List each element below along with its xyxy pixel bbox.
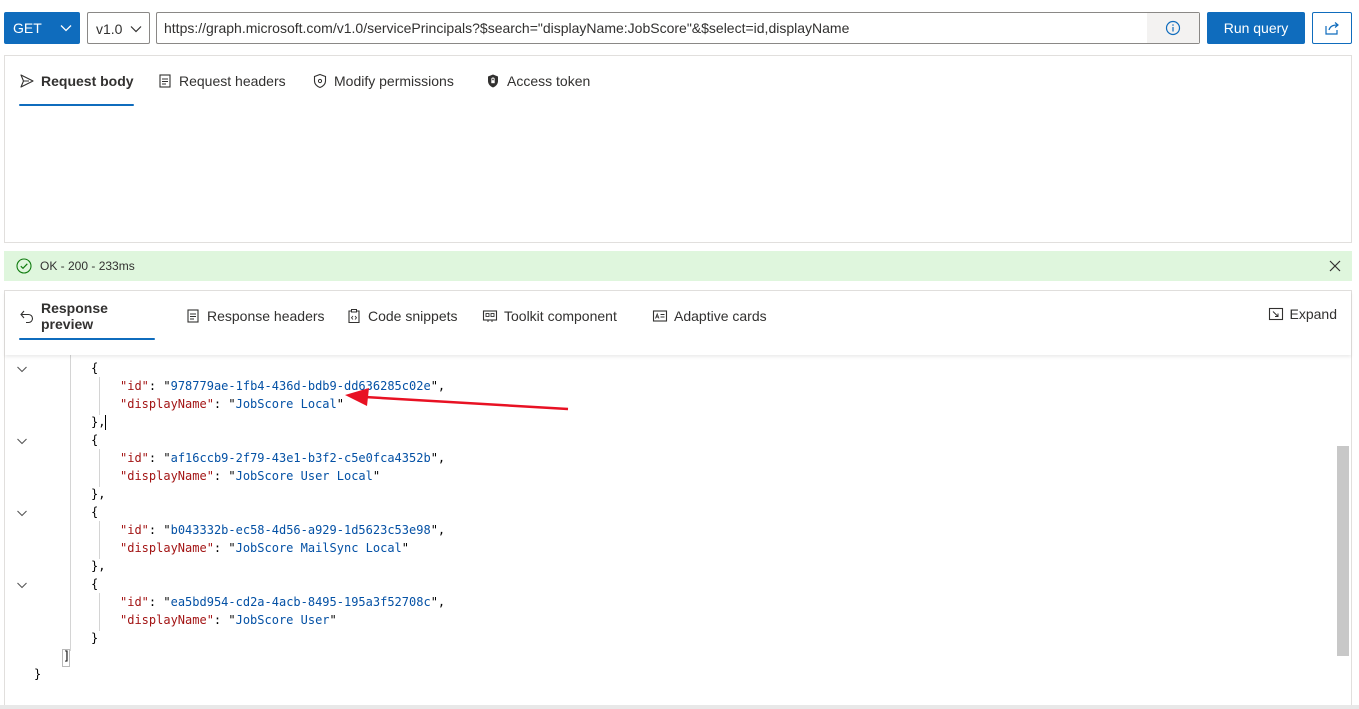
expand-label: Expand bbox=[1289, 306, 1337, 322]
tab-request-headers[interactable]: Request headers bbox=[157, 56, 286, 106]
version-label: v1.0 bbox=[96, 21, 123, 37]
text-cursor bbox=[105, 415, 107, 430]
tab-adaptive-cards[interactable]: Adaptive cards bbox=[652, 292, 767, 340]
tab-label: Adaptive cards bbox=[674, 308, 767, 324]
share-button[interactable] bbox=[1312, 12, 1352, 44]
chevron-down-icon bbox=[130, 26, 142, 33]
indent-guide bbox=[99, 377, 100, 415]
card-icon bbox=[652, 310, 668, 322]
expand-icon bbox=[1268, 307, 1283, 321]
fold-chevron-icon[interactable] bbox=[16, 363, 28, 375]
response-panel: Response preview Response headers Code s… bbox=[4, 290, 1352, 709]
response-tabs: Response preview Response headers Code s… bbox=[5, 291, 1351, 355]
code-line: { bbox=[91, 505, 99, 519]
url-info-button[interactable] bbox=[1147, 13, 1199, 43]
tab-request-body[interactable]: Request body bbox=[19, 56, 134, 106]
info-icon bbox=[1165, 20, 1181, 36]
tab-modify-permissions[interactable]: Modify permissions bbox=[312, 56, 454, 106]
undo-arrow-icon bbox=[20, 310, 34, 324]
tab-label: Request body bbox=[41, 73, 134, 89]
code-line: "displayName": "JobScore User" bbox=[120, 613, 337, 627]
tab-label: Toolkit component bbox=[504, 308, 617, 324]
indent-guide bbox=[99, 593, 100, 631]
display-name-value: JobScore User bbox=[235, 613, 330, 627]
tab-label: Access token bbox=[507, 73, 591, 89]
tab-code-snippets[interactable]: Code snippets bbox=[346, 292, 458, 340]
indent-guide bbox=[99, 449, 100, 487]
document-icon bbox=[159, 74, 171, 88]
method-label: GET bbox=[13, 20, 42, 36]
code-line: } bbox=[34, 667, 42, 681]
tab-label: Request headers bbox=[179, 73, 286, 89]
toolkit-icon bbox=[482, 310, 498, 322]
request-panel: Request body Request headers Modify perm… bbox=[4, 55, 1352, 243]
tab-response-headers[interactable]: Response headers bbox=[185, 292, 325, 340]
code-line: ] bbox=[63, 649, 71, 663]
tab-toolkit-component[interactable]: Toolkit component bbox=[482, 292, 617, 340]
tab-response-preview[interactable]: Response preview bbox=[19, 292, 155, 340]
code-line: }, bbox=[91, 559, 106, 573]
code-line: "displayName": "JobScore Local" bbox=[120, 397, 344, 411]
bottom-divider bbox=[0, 705, 1359, 709]
request-tabs: Request body Request headers Modify perm… bbox=[5, 56, 1351, 108]
indent-guide bbox=[70, 355, 71, 651]
lock-icon bbox=[488, 74, 498, 88]
display-name-value: JobScore User Local bbox=[235, 469, 373, 483]
method-dropdown[interactable]: GET bbox=[4, 12, 80, 44]
fold-chevron-icon[interactable] bbox=[16, 579, 28, 591]
code-line: }, bbox=[91, 415, 107, 430]
fold-chevron-icon[interactable] bbox=[16, 435, 28, 447]
query-bar: GET v1.0 Run query bbox=[4, 12, 1355, 45]
id-value: b043332b-ec58-4d56-a929-1d5623c53e98 bbox=[170, 523, 431, 537]
tab-access-token[interactable]: Access token bbox=[485, 56, 590, 106]
code-line: "id": "af16ccb9-2f79-43e1-b3f2-c5e0fca43… bbox=[120, 451, 446, 465]
url-input[interactable] bbox=[164, 13, 1144, 43]
fold-chevron-icon[interactable] bbox=[16, 507, 28, 519]
tab-label: Modify permissions bbox=[334, 73, 454, 89]
code-clipboard-icon bbox=[348, 309, 360, 324]
tab-label: Response preview bbox=[41, 300, 108, 332]
vertical-scrollbar[interactable] bbox=[1337, 446, 1349, 656]
code-line: { bbox=[91, 433, 99, 447]
code-line: }, bbox=[91, 487, 106, 501]
tab-label: Response headers bbox=[207, 308, 325, 324]
indent-guide bbox=[99, 521, 100, 559]
display-name-value: JobScore Local bbox=[235, 397, 337, 411]
url-field[interactable] bbox=[156, 12, 1200, 44]
checkmark-circle-icon bbox=[16, 258, 32, 274]
code-line: "displayName": "JobScore User Local" bbox=[120, 469, 381, 483]
status-bar: OK - 200 - 233ms bbox=[4, 251, 1352, 281]
status-text: OK - 200 - 233ms bbox=[40, 259, 135, 273]
version-dropdown[interactable]: v1.0 bbox=[87, 12, 150, 44]
close-icon[interactable] bbox=[1328, 259, 1342, 273]
code-line: "id": "ea5bd954-cd2a-4acb-8495-195a3f527… bbox=[120, 595, 446, 609]
id-value: af16ccb9-2f79-43e1-b3f2-c5e0fca4352b bbox=[170, 451, 431, 465]
shield-icon bbox=[313, 73, 327, 89]
code-line: "id": "b043332b-ec58-4d56-a929-1d5623c53… bbox=[120, 523, 446, 537]
expand-button[interactable]: Expand bbox=[1268, 306, 1337, 322]
response-code-viewer[interactable]: { "id": "978779ae-1fb4-436d-bdb9-dd63628… bbox=[5, 355, 1337, 709]
code-line: { bbox=[91, 361, 99, 375]
run-query-button[interactable]: Run query bbox=[1207, 12, 1305, 44]
code-line: "displayName": "JobScore MailSync Local" bbox=[120, 541, 410, 555]
annotation-arrow-icon bbox=[345, 388, 569, 411]
send-icon bbox=[20, 74, 34, 88]
chevron-down-icon bbox=[60, 25, 72, 32]
share-icon bbox=[1325, 22, 1339, 35]
code-line: } bbox=[91, 631, 99, 645]
document-icon bbox=[187, 309, 199, 323]
code-line: { bbox=[91, 577, 99, 591]
display-name-value: JobScore MailSync Local bbox=[235, 541, 402, 555]
tab-label: Code snippets bbox=[368, 308, 458, 324]
id-value: ea5bd954-cd2a-4acb-8495-195a3f52708c bbox=[170, 595, 431, 609]
